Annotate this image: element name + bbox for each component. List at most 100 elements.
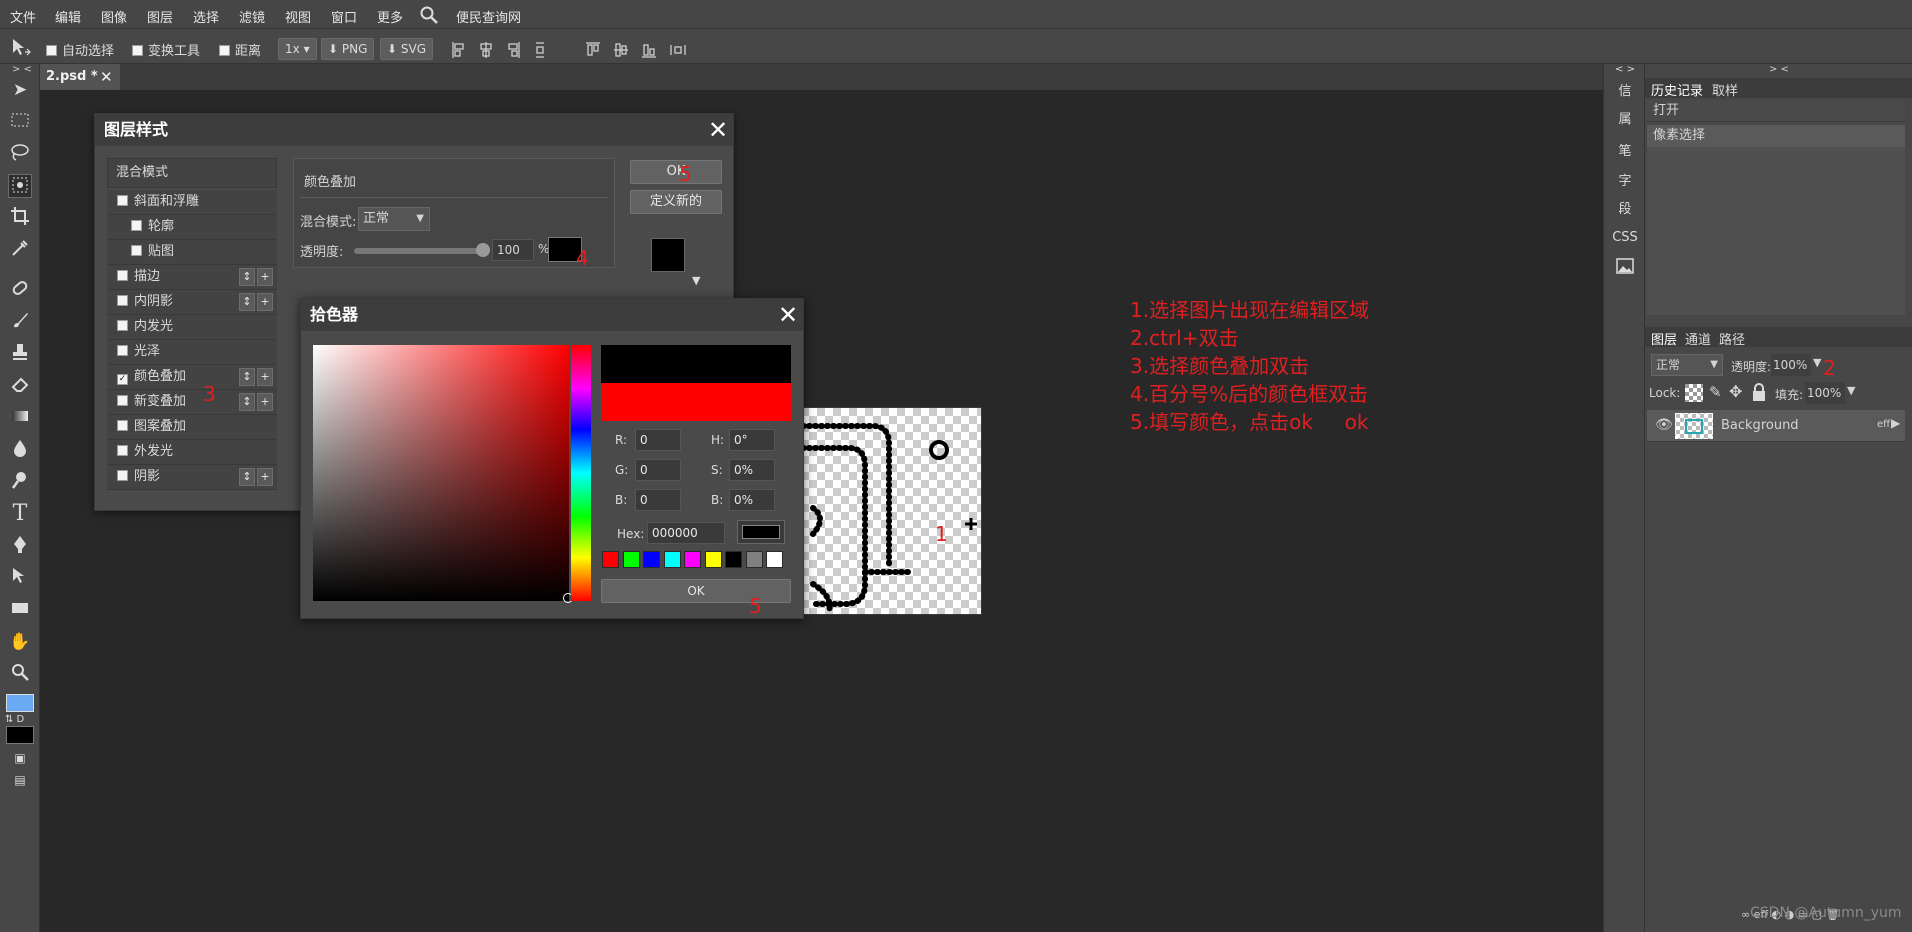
reorder-icon[interactable]: ↕	[239, 468, 255, 486]
tab-document[interactable]: 2.psd * ✕	[40, 64, 120, 90]
info-panel-button[interactable]: 信	[1604, 80, 1646, 99]
healing-brush-tool-icon[interactable]	[8, 278, 32, 302]
menu-more[interactable]: 更多	[377, 7, 403, 26]
layer-opacity-input[interactable]: 100%	[1771, 354, 1811, 376]
move-tool-icon[interactable]	[10, 37, 32, 57]
lock-move-icon[interactable]: ✥	[1729, 382, 1742, 401]
blend-options-item[interactable]: 混合模式	[107, 158, 277, 188]
effect-checkbox[interactable]	[117, 445, 128, 456]
distance-option[interactable]: 距离	[219, 40, 261, 59]
image-icon[interactable]	[1604, 258, 1646, 278]
opacity-input[interactable]: 100	[492, 239, 534, 261]
canvas-image[interactable]	[792, 407, 982, 615]
menu-view[interactable]: 视图	[285, 7, 311, 26]
effect-checkbox[interactable]	[117, 295, 128, 306]
add-effect-icon[interactable]: +	[257, 293, 273, 311]
export-png-button[interactable]: ⬇ PNG	[321, 38, 375, 60]
reorder-icon[interactable]: ↕	[239, 393, 255, 411]
link-icon[interactable]: ∞	[1741, 908, 1750, 921]
lock-brush-icon[interactable]: ✎	[1709, 383, 1722, 401]
screen-mode-icon[interactable]: ▤	[8, 768, 32, 792]
effect-item[interactable]: 内发光	[107, 315, 277, 340]
ok-button[interactable]: OK	[601, 579, 791, 603]
r-input[interactable]: 0	[635, 429, 681, 451]
reorder-icon[interactable]: ↕	[239, 268, 255, 286]
brush-panel-button[interactable]: 笔	[1604, 140, 1646, 159]
background-color-swatch[interactable]	[6, 726, 34, 744]
effect-checkbox[interactable]	[117, 395, 128, 406]
path-select-tool-icon[interactable]	[8, 566, 32, 590]
css-panel-button[interactable]: CSS	[1604, 230, 1646, 245]
effect-item[interactable]: 斜面和浮雕	[107, 190, 277, 215]
menu-window[interactable]: 窗口	[331, 7, 357, 26]
eraser-tool-icon[interactable]	[8, 374, 32, 398]
menu-file[interactable]: 文件	[10, 7, 36, 26]
color-swatch[interactable]	[643, 551, 660, 568]
lock-transparency-icon[interactable]	[1685, 384, 1703, 402]
h-input[interactable]: 0°	[729, 429, 775, 451]
character-panel-button[interactable]: 字	[1604, 170, 1646, 189]
menu-site-link[interactable]: 便民查询网	[456, 7, 521, 26]
hue-slider[interactable]	[571, 345, 591, 601]
tab-history[interactable]: 历史记录	[1651, 80, 1703, 99]
distance-checkbox[interactable]	[219, 45, 230, 56]
expand-effects-icon[interactable]: ▶	[1891, 416, 1900, 430]
ok-button[interactable]: OK	[630, 160, 722, 184]
eyedropper-tool-icon[interactable]	[8, 238, 32, 262]
add-effect-icon[interactable]: +	[257, 468, 273, 486]
effect-item[interactable]: 外发光	[107, 440, 277, 465]
effect-checkbox[interactable]	[117, 270, 128, 281]
brush-tool-icon[interactable]	[8, 310, 32, 334]
saturation-brightness-field[interactable]	[313, 345, 573, 603]
opacity-slider-handle[interactable]	[476, 243, 490, 257]
toolbar-collapse-icon[interactable]: > <	[12, 64, 32, 75]
marquee-tool-icon[interactable]	[8, 110, 32, 134]
hex-input[interactable]: 000000	[647, 522, 725, 544]
quick-select-tool-icon[interactable]	[8, 174, 32, 198]
blur-tool-icon[interactable]	[8, 438, 32, 462]
chevron-down-icon[interactable]: ▼	[1847, 384, 1855, 397]
layer-row[interactable]: 👁 Background eff ▶	[1647, 410, 1905, 442]
properties-panel-button[interactable]: 属	[1604, 108, 1646, 127]
lock-all-icon[interactable]	[1751, 382, 1767, 402]
tab-paths[interactable]: 路径	[1719, 329, 1745, 348]
history-item[interactable]: 像素选择	[1647, 125, 1905, 147]
move-tool-icon[interactable]: ➤	[8, 78, 32, 102]
tab-layers[interactable]: 图层	[1651, 329, 1677, 348]
effect-item[interactable]: 内阴影 ↕ +	[107, 290, 277, 315]
blend-mode-select[interactable]: 正常 ▼	[358, 207, 430, 231]
transform-tool-checkbox[interactable]	[132, 45, 143, 56]
layer-effects-badge[interactable]: eff	[1877, 419, 1890, 430]
effect-checkbox[interactable]	[131, 245, 142, 256]
effect-checkbox[interactable]	[117, 420, 128, 431]
close-icon[interactable]: ✕	[777, 303, 799, 327]
effect-item[interactable]: 光泽	[107, 340, 277, 365]
add-effect-icon[interactable]: +	[257, 393, 273, 411]
panels-collapse[interactable]: > <	[1769, 64, 1789, 75]
effect-item[interactable]: ✓ 颜色叠加 ↕ +	[107, 365, 277, 390]
menu-select[interactable]: 选择	[193, 7, 219, 26]
foreground-color-swatch[interactable]	[6, 694, 34, 712]
menu-filter[interactable]: 滤镜	[239, 7, 265, 26]
search-icon[interactable]	[419, 5, 439, 25]
add-effect-icon[interactable]: +	[257, 368, 273, 386]
close-tab-icon[interactable]: ✕	[100, 64, 113, 90]
color-swatch[interactable]	[766, 551, 783, 568]
effect-checkbox[interactable]	[131, 220, 142, 231]
menu-image[interactable]: 图像	[101, 7, 127, 26]
chevron-down-icon[interactable]: ▼	[1813, 356, 1821, 369]
export-svg-button[interactable]: ⬇ SVG	[380, 38, 434, 60]
lasso-tool-icon[interactable]	[8, 142, 32, 166]
color-swatch[interactable]	[725, 551, 742, 568]
paragraph-panel-button[interactable]: 段	[1604, 198, 1646, 217]
effect-item[interactable]: 图案叠加	[107, 415, 277, 440]
shape-tool-icon[interactable]	[8, 598, 32, 622]
effect-item[interactable]: 贴图	[107, 240, 277, 265]
quick-mask-icon[interactable]: ▣	[8, 746, 32, 770]
color-swatch[interactable]	[622, 551, 640, 568]
transform-tool-option[interactable]: 变换工具	[132, 40, 200, 59]
color-swatch[interactable]	[745, 551, 763, 568]
eye-icon[interactable]: 👁	[1655, 417, 1673, 433]
tab-channels[interactable]: 通道	[1685, 329, 1711, 348]
g-input[interactable]: 0	[635, 459, 681, 481]
